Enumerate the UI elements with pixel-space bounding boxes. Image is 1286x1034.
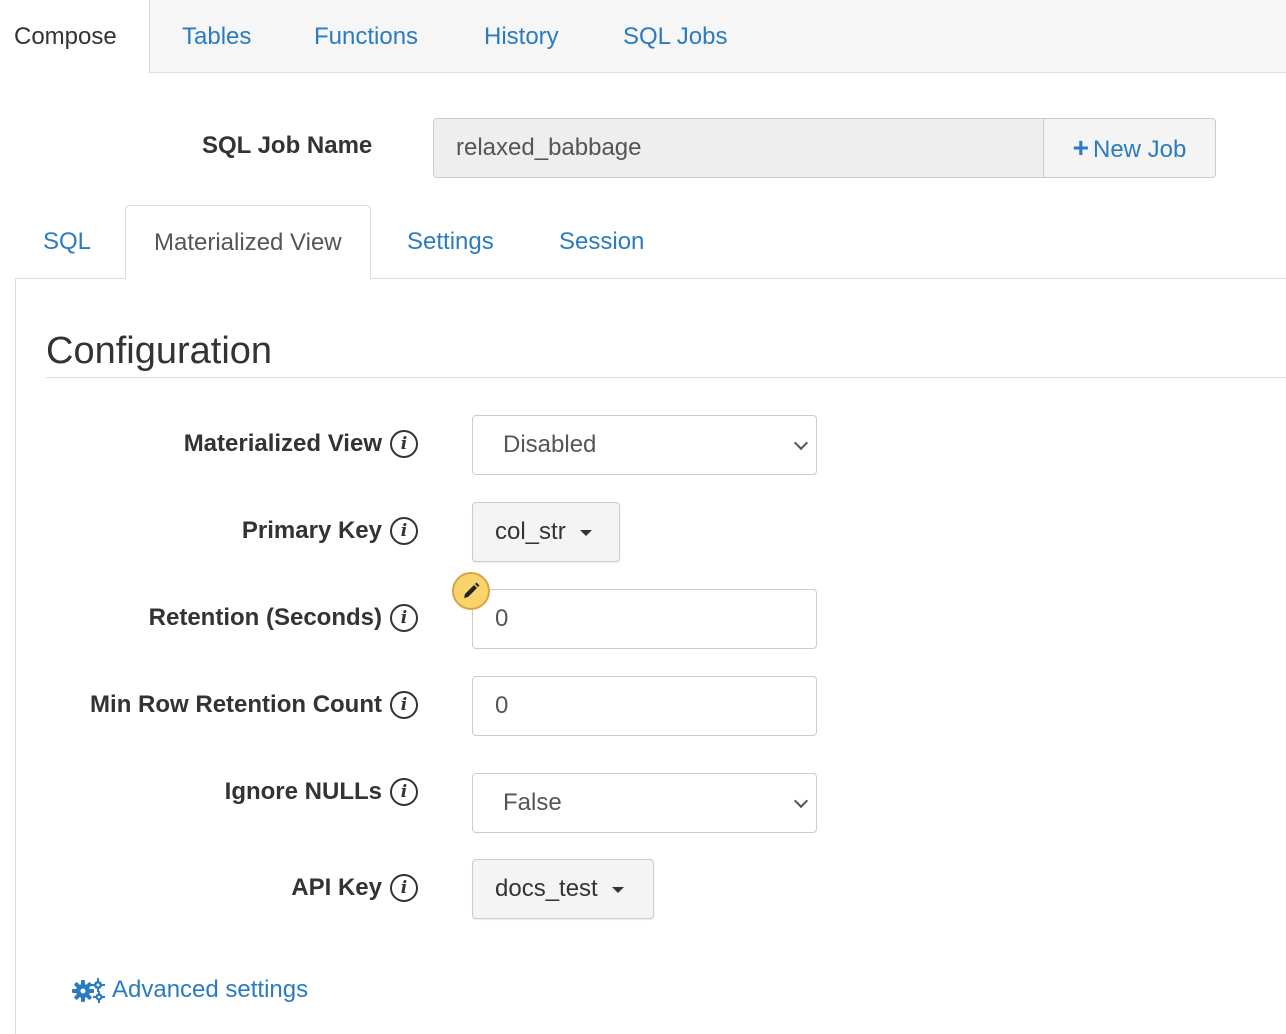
ignore-nulls-select[interactable]: False <box>472 773 817 833</box>
advanced-settings-link[interactable]: Advanced settings <box>72 976 308 1004</box>
info-icon[interactable]: i <box>390 691 418 719</box>
tab-materialized-view[interactable]: Materialized View <box>125 205 371 280</box>
caret-down-icon <box>611 886 624 893</box>
tab-sql-jobs[interactable]: SQL Jobs <box>609 0 742 73</box>
ignore-nulls-value: False <box>503 789 562 816</box>
tab-session[interactable]: Session <box>531 205 672 279</box>
materialized-view-label: Materialized View i <box>184 430 418 458</box>
top-nav: Compose Tables Functions History SQL Job… <box>0 0 1286 74</box>
retention-input[interactable]: 0 <box>472 589 817 649</box>
advanced-settings-label: Advanced settings <box>112 976 309 1003</box>
primary-key-value: col_str <box>495 518 566 545</box>
tab-settings[interactable]: Settings <box>379 205 522 279</box>
min-row-retention-input[interactable]: 0 <box>472 676 817 736</box>
content-panel <box>15 279 1286 1034</box>
min-row-retention-label: Min Row Retention Count i <box>90 691 418 719</box>
tab-sql[interactable]: SQL <box>15 205 119 279</box>
ignore-nulls-label-text: Ignore NULLs <box>224 778 382 805</box>
min-row-retention-label-text: Min Row Retention Count <box>90 691 382 718</box>
primary-key-label-text: Primary Key <box>241 517 382 544</box>
materialized-view-value: Disabled <box>503 431 597 458</box>
info-icon[interactable]: i <box>390 604 418 632</box>
info-icon[interactable]: i <box>390 778 418 806</box>
new-job-label: New Job <box>1092 136 1187 163</box>
plus-icon: + <box>1072 132 1089 163</box>
section-divider <box>46 377 1286 378</box>
info-icon[interactable]: i <box>390 517 418 545</box>
chevron-down-icon <box>793 435 809 451</box>
configuration-title: Configuration <box>46 330 273 372</box>
api-key-label-text: API Key <box>291 874 382 901</box>
primary-key-dropdown[interactable]: col_str <box>472 502 620 562</box>
materialized-view-select[interactable]: Disabled <box>472 415 817 475</box>
sub-nav: SQL Materialized View Settings Session <box>15 205 1286 280</box>
materialized-view-label-text: Materialized View <box>183 430 382 457</box>
tab-history[interactable]: History <box>470 0 573 73</box>
job-name-input[interactable]: relaxed_babbage <box>433 118 1044 178</box>
job-name-group: relaxed_babbage + New Job <box>433 118 1216 178</box>
api-key-dropdown[interactable]: docs_test <box>472 859 654 919</box>
tab-functions[interactable]: Functions <box>300 0 432 73</box>
new-job-button[interactable]: + New Job <box>1044 118 1216 178</box>
retention-label-text: Retention (Seconds) <box>148 604 382 631</box>
retention-label: Retention (Seconds) i <box>149 604 418 632</box>
ignore-nulls-label: Ignore NULLs i <box>225 778 418 806</box>
primary-key-label: Primary Key i <box>242 517 418 545</box>
info-icon[interactable]: i <box>390 874 418 902</box>
caret-down-icon <box>579 529 592 536</box>
sql-job-name-label: SQL Job Name <box>202 132 373 159</box>
tab-compose[interactable]: Compose <box>0 0 150 74</box>
api-key-label: API Key i <box>291 874 418 902</box>
info-icon[interactable]: i <box>390 430 418 458</box>
api-key-value: docs_test <box>495 875 598 902</box>
pencil-icon[interactable] <box>452 572 490 610</box>
tab-tables[interactable]: Tables <box>168 0 265 73</box>
gears-icon <box>72 978 105 1003</box>
chevron-down-icon <box>793 793 809 809</box>
